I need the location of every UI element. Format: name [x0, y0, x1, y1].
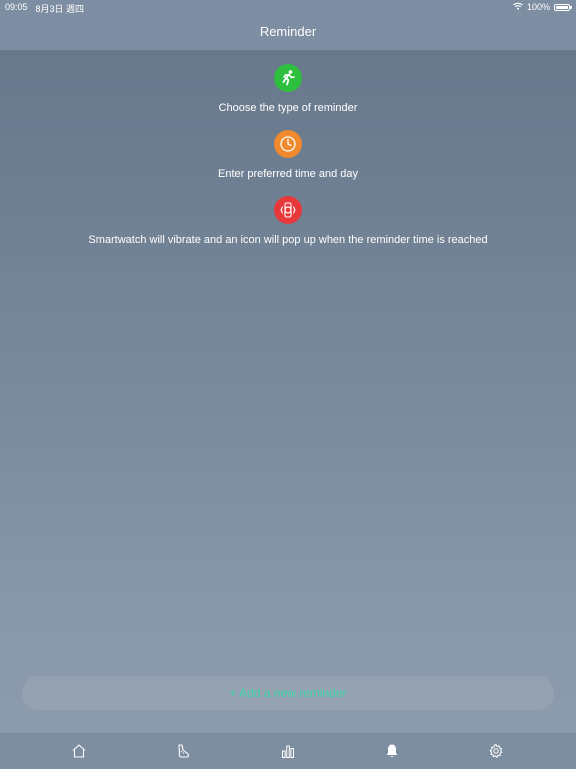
step-vibrate: Smartwatch will vibrate and an icon will… — [0, 196, 576, 246]
battery-percent: 100% — [526, 2, 550, 12]
step-text: Enter preferred time and day — [217, 168, 359, 180]
step-choose-type: Choose the type of reminder — [0, 64, 576, 114]
bell-icon[interactable] — [383, 742, 401, 760]
step-text: Choose the type of reminder — [218, 102, 358, 114]
gear-icon[interactable] — [487, 742, 505, 760]
clock-icon — [274, 130, 302, 158]
status-bar: 09:05 8月3日 週四 100% — [0, 0, 576, 14]
add-reminder-button[interactable]: + Add a new reminder — [22, 676, 554, 710]
step-enter-time: Enter preferred time and day — [0, 130, 576, 180]
battery-icon — [554, 3, 572, 11]
running-icon — [274, 64, 302, 92]
shoe-icon[interactable] — [174, 742, 192, 760]
home-icon[interactable] — [70, 742, 88, 760]
step-text: Smartwatch will vibrate and an icon will… — [88, 234, 488, 246]
bar-chart-icon[interactable] — [279, 742, 297, 760]
wifi-icon — [513, 2, 523, 12]
nav-bar: Reminder — [0, 14, 576, 51]
page-title: Reminder — [259, 24, 317, 39]
vibrating-watch-icon — [274, 196, 302, 224]
tab-bar — [0, 732, 576, 769]
